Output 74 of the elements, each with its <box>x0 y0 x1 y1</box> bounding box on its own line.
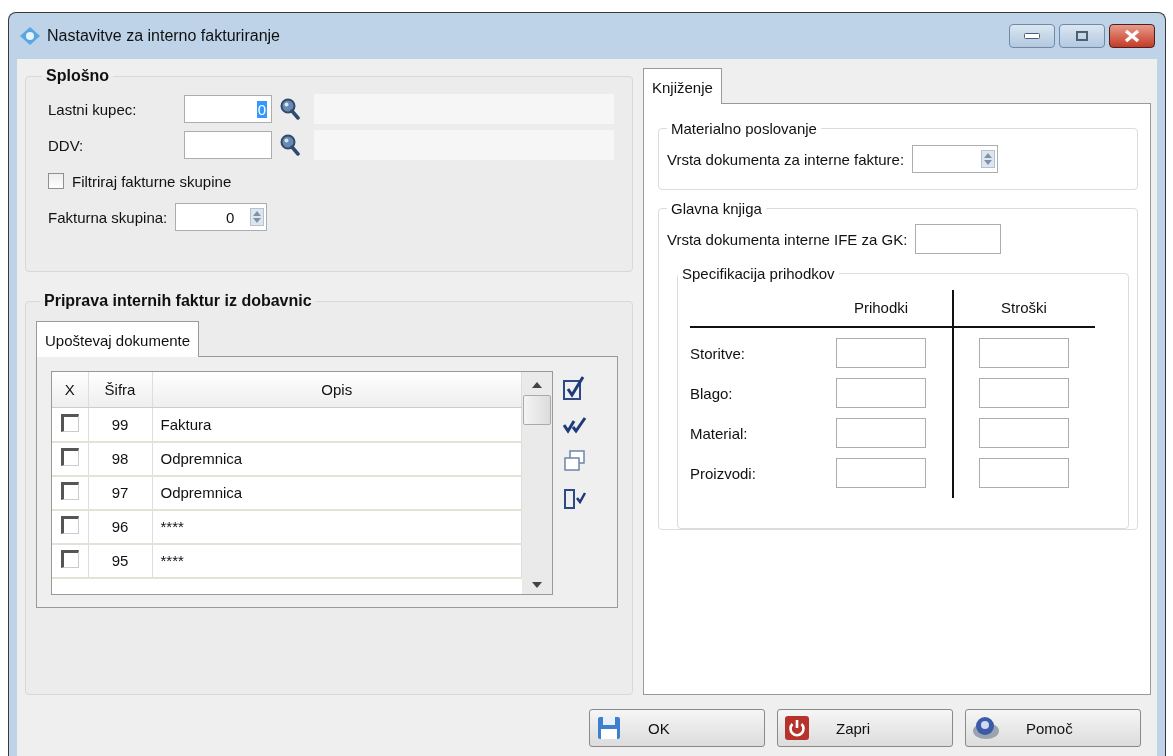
amount-field[interactable] <box>979 418 1069 448</box>
help-icon <box>972 715 1000 741</box>
amount-field[interactable] <box>979 378 1069 408</box>
power-icon <box>784 715 810 741</box>
column-header[interactable]: Opis <box>152 372 522 408</box>
table-cell: Faktura <box>152 407 522 442</box>
checkbox-check-icon[interactable] <box>563 375 585 401</box>
app-icon <box>19 26 41 46</box>
minimize-icon <box>1024 33 1040 39</box>
vat-field[interactable] <box>184 131 272 159</box>
field-label: Fakturna skupina: <box>48 208 168 226</box>
group-spinner[interactable]: 0 <box>175 203 268 231</box>
table-cell: 97 <box>88 475 152 510</box>
table-cell: 98 <box>88 441 152 476</box>
search-icon[interactable] <box>280 98 300 120</box>
group-title: Priprava internih faktur iz dobavnic <box>43 292 313 310</box>
amount-field[interactable] <box>836 338 926 368</box>
amount-field[interactable] <box>836 378 926 408</box>
copy-icon[interactable] <box>563 449 587 473</box>
scroll-thumb[interactable] <box>523 395 551 425</box>
table-cell: **** <box>152 509 522 544</box>
table-cell: 96 <box>88 509 152 544</box>
field-label: Vrsta dokumenta interne IFE za GK: <box>667 230 908 248</box>
close-button[interactable] <box>1109 24 1155 48</box>
box-check-icon[interactable] <box>563 487 587 511</box>
checkbox[interactable] <box>60 550 79 568</box>
group-title: Materialno poslovanje <box>670 120 818 137</box>
help-button[interactable]: Pomoč <box>965 709 1141 747</box>
scroll-up-icon[interactable] <box>532 382 542 388</box>
group-title: Glavna knjiga <box>670 200 763 217</box>
field-label: Lastni kupec: <box>48 100 138 118</box>
spinner-icon[interactable] <box>250 208 265 226</box>
amount-field[interactable] <box>836 458 926 488</box>
table-cell: Odpremnica <box>152 475 522 510</box>
checkbox[interactable] <box>60 516 79 534</box>
document-type-field[interactable] <box>915 224 1002 254</box>
double-check-icon[interactable] <box>563 415 587 435</box>
save-button[interactable]: OK <box>589 709 765 747</box>
search-icon[interactable] <box>280 134 300 156</box>
close-button[interactable]: Zapri <box>777 709 953 747</box>
column-header[interactable]: Šifra <box>88 372 152 408</box>
column-header[interactable]: X <box>52 372 88 408</box>
tab[interactable]: Knjiženje <box>643 68 722 104</box>
field-label: Vrsta dokumenta za interne fakture: <box>667 150 905 168</box>
checkbox-label: Filtriraj fakturne skupine <box>72 172 232 190</box>
amount-field[interactable] <box>979 458 1069 488</box>
amount-field[interactable] <box>836 418 926 448</box>
column-header: Stroški <box>953 290 1095 328</box>
close-icon <box>1124 29 1140 43</box>
group-title: Specifikacija prihodkov <box>681 265 836 282</box>
maximize-button[interactable] <box>1059 24 1105 48</box>
table-cell: 95 <box>88 543 152 578</box>
window-title: Nastavitve za interno fakturiranje <box>47 27 281 45</box>
table-cell: **** <box>152 543 522 578</box>
maximize-icon <box>1076 31 1088 41</box>
checkbox[interactable] <box>60 413 79 432</box>
table-cell: 99 <box>88 407 152 442</box>
minimize-button[interactable] <box>1009 24 1055 48</box>
field-label: Proizvodi: <box>690 464 757 482</box>
amount-field[interactable] <box>979 338 1069 368</box>
document-type-spinner[interactable] <box>912 145 999 173</box>
field-label: Material: <box>690 424 749 442</box>
spinner-icon[interactable] <box>981 150 996 168</box>
scroll-down-icon[interactable] <box>532 582 542 588</box>
checkbox[interactable] <box>60 482 79 500</box>
checkbox[interactable] <box>60 448 79 466</box>
checkbox[interactable] <box>48 173 64 189</box>
tab[interactable]: Upoštevaj dokumente <box>36 321 200 357</box>
scrollbar[interactable] <box>522 372 552 594</box>
table-cell: Odpremnica <box>152 441 522 476</box>
field-label: DDV: <box>48 136 85 154</box>
group-title: Splošno <box>45 67 111 85</box>
field-label: Storitve: <box>690 344 747 362</box>
field-label: Blago: <box>690 384 734 402</box>
